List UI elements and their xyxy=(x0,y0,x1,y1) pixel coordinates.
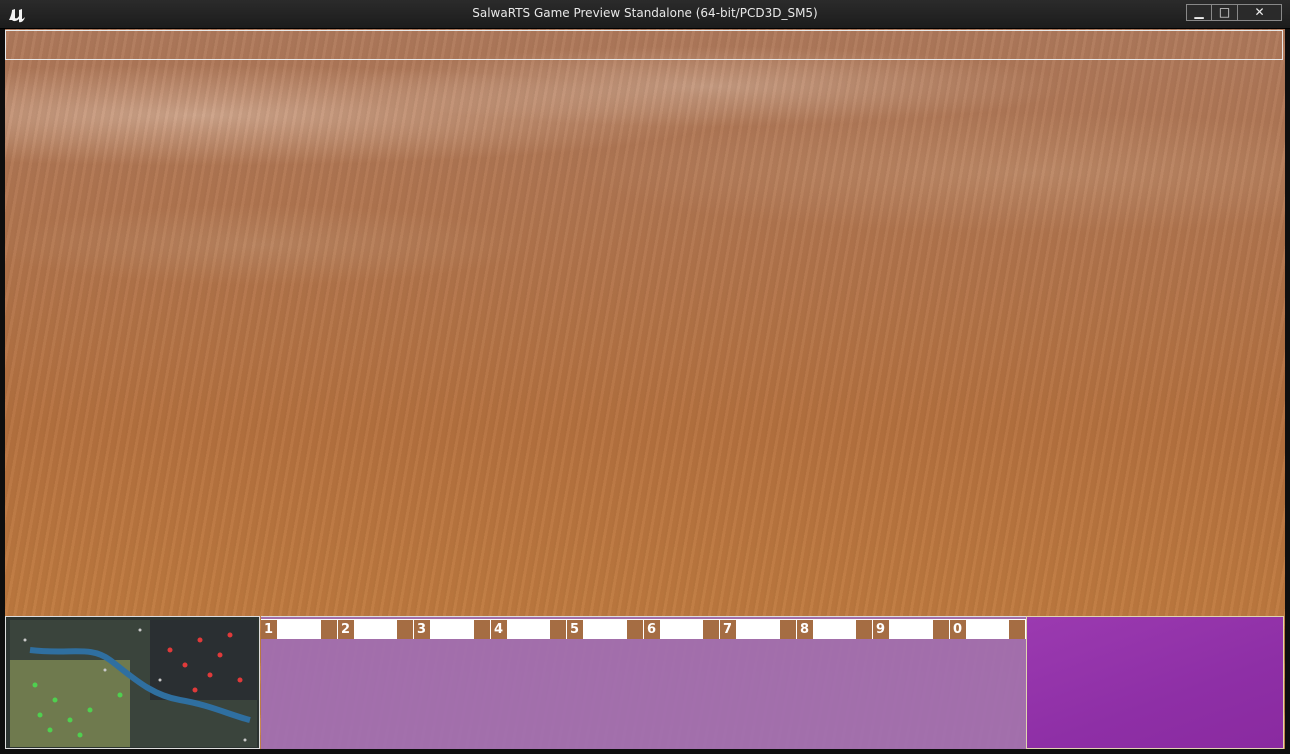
slot-separator xyxy=(474,620,490,639)
hotkey-slot-3[interactable]: 3 xyxy=(414,620,430,639)
title-bar[interactable]: SalwaRTS Game Preview Standalone (64-bit… xyxy=(0,0,1290,29)
hotkey-slot-4[interactable]: 4 xyxy=(491,620,507,639)
slot-separator xyxy=(397,620,413,639)
maximize-button[interactable]: □ xyxy=(1212,4,1238,21)
hotkey-slots: 1 2 3 4 5 6 7 8 9 0 xyxy=(261,619,1026,639)
top-resource-bar xyxy=(5,30,1283,60)
slot-separator xyxy=(933,620,949,639)
minimize-button[interactable]: ▁ xyxy=(1186,4,1212,21)
hotkey-slot-9[interactable]: 9 xyxy=(873,620,889,639)
slot-separator xyxy=(550,620,566,639)
slot-separator xyxy=(627,620,643,639)
hotkey-slot-5[interactable]: 5 xyxy=(567,620,583,639)
hotkey-slot-2[interactable]: 2 xyxy=(338,620,354,639)
slot-separator xyxy=(321,620,337,639)
slot-separator xyxy=(856,620,872,639)
bottom-hud: 1 2 3 4 5 6 7 8 9 0 xyxy=(5,616,1285,749)
close-button[interactable]: ✕ xyxy=(1238,4,1282,21)
unit-portrait-panel[interactable] xyxy=(1026,616,1284,749)
minimap[interactable] xyxy=(5,616,260,749)
game-window: SalwaRTS Game Preview Standalone (64-bit… xyxy=(0,0,1290,754)
hotkey-slot-8[interactable]: 8 xyxy=(797,620,813,639)
minimap-image xyxy=(10,620,257,747)
slot-separator xyxy=(1009,620,1025,639)
hotkey-slot-7[interactable]: 7 xyxy=(720,620,736,639)
hotkey-slot-6[interactable]: 6 xyxy=(644,620,660,639)
hotkey-slot-1[interactable]: 1 xyxy=(261,620,277,639)
window-title: SalwaRTS Game Preview Standalone (64-bit… xyxy=(472,6,818,20)
slot-separator xyxy=(780,620,796,639)
slot-separator xyxy=(703,620,719,639)
game-viewport[interactable]: 1 2 3 4 5 6 7 8 9 0 xyxy=(5,29,1285,749)
hotkey-slot-0[interactable]: 0 xyxy=(950,620,966,639)
hotbar-panel: 1 2 3 4 5 6 7 8 9 0 xyxy=(261,616,1026,749)
